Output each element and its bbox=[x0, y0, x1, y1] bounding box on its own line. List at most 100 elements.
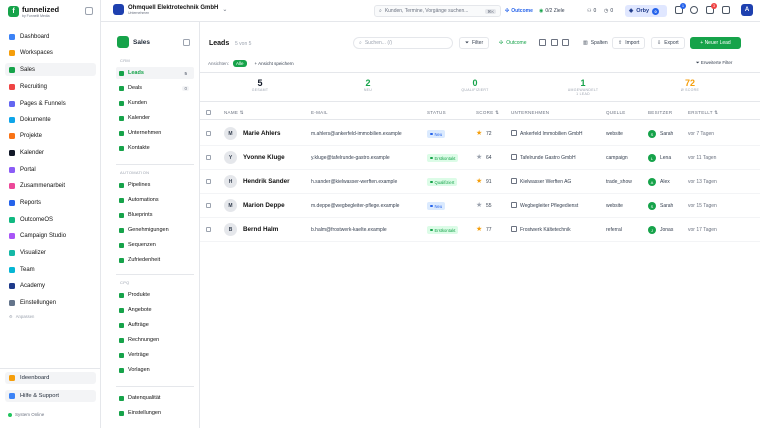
help-support-button[interactable]: Hilfe & Support bbox=[5, 390, 96, 402]
table-row[interactable]: M Marion Deppe m.deppe@wegbegleiter-pflege… bbox=[200, 194, 760, 218]
lead-name[interactable]: Marie Ahlers bbox=[243, 130, 281, 137]
column-header-e-mail[interactable]: E-MAIL bbox=[311, 110, 328, 115]
grid-view-icon[interactable] bbox=[562, 39, 569, 46]
counter-2[interactable]: ◷ 0 bbox=[604, 5, 613, 17]
column-header-status[interactable]: STATUS bbox=[427, 110, 446, 115]
sidebar-item-einstellungen[interactable]: Einstellungen bbox=[5, 296, 96, 309]
sales-nav-zufriedenheit[interactable]: Zufriedenheit bbox=[116, 254, 194, 266]
table-view-icon[interactable] bbox=[539, 39, 546, 46]
sales-nav-kunden[interactable]: Kunden bbox=[116, 97, 194, 109]
sales-nav-pipelines[interactable]: Pipelines bbox=[116, 179, 194, 191]
sales-nav-sequenzen[interactable]: Sequenzen bbox=[116, 239, 194, 251]
sidebar-item-dashboard[interactable]: Dashboard bbox=[5, 30, 96, 43]
sales-nav-vorlagen[interactable]: Vorlagen bbox=[116, 364, 194, 376]
lead-email[interactable]: m.deppe@wegbegleiter-pflege.example bbox=[311, 203, 399, 209]
column-header-unternehmen[interactable]: UNTERNEHMEN bbox=[511, 110, 549, 115]
sales-nav-leads[interactable]: Leads 5 bbox=[116, 67, 194, 79]
status-badge[interactable]: Neu bbox=[427, 130, 446, 138]
table-row[interactable]: Y Yvonne Kluge y.kluge@tafelrunde-gastro.e… bbox=[200, 146, 760, 170]
sidebar-item-recruiting[interactable]: Recruiting bbox=[5, 80, 96, 93]
goals-indicator[interactable]: ◉ 0/2 Ziele bbox=[539, 5, 565, 17]
status-badge[interactable]: Qualifiziert bbox=[427, 178, 458, 186]
sidebar-item-workspaces[interactable]: Workspaces bbox=[5, 46, 96, 59]
filter-button[interactable]: ⏷ Filter bbox=[459, 37, 490, 49]
sidebar-item-pages-funnels[interactable]: Pages & Funnels bbox=[5, 97, 96, 110]
lead-email[interactable]: m.ahlers@ankerfeld-immobilien.example bbox=[311, 131, 402, 137]
sidebar-item-academy[interactable]: Academy bbox=[5, 279, 96, 292]
lead-company[interactable]: Frostwerk Kältetechnik bbox=[520, 227, 571, 233]
export-button[interactable]: ⇩ Export bbox=[651, 37, 685, 49]
owner-name[interactable]: Lena bbox=[660, 155, 671, 161]
panel-collapse-icon[interactable] bbox=[183, 39, 190, 46]
lead-name[interactable]: Bernd Halm bbox=[243, 226, 278, 233]
new-lead-button[interactable]: + Neuer Lead bbox=[690, 37, 741, 49]
sidebar-customize-link[interactable]: ⚙ Anpassen bbox=[9, 314, 34, 319]
sales-nav-kalender[interactable]: Kalender bbox=[116, 112, 194, 124]
lead-name[interactable]: Hendrik Sander bbox=[243, 178, 290, 185]
sales-nav-produkte[interactable]: Produkte bbox=[116, 289, 194, 301]
global-search-input[interactable]: ⌕ Kunden, Termine, Vorgänge suchen... ⌘K bbox=[374, 5, 501, 17]
sidebar-item-zusammenarbeit[interactable]: Zusammenarbeit bbox=[5, 179, 96, 192]
lead-email[interactable]: h.sander@kielwasser-werften.example bbox=[311, 179, 397, 185]
owner-name[interactable]: Jonas bbox=[660, 227, 673, 233]
row-checkbox[interactable] bbox=[206, 203, 211, 208]
ideenboard-button[interactable]: Ideenboard bbox=[5, 372, 96, 384]
row-checkbox[interactable] bbox=[206, 179, 211, 184]
sidebar-item-visualizer[interactable]: Visualizer bbox=[5, 246, 96, 259]
owner-name[interactable]: Sarah bbox=[660, 131, 673, 137]
sales-nav-automations[interactable]: Automations bbox=[116, 194, 194, 206]
counter-1[interactable]: ⚇ 0 bbox=[587, 5, 596, 17]
grid-icon[interactable] bbox=[722, 6, 730, 14]
sales-nav-deals[interactable]: Deals 0 bbox=[116, 82, 194, 94]
leads-search-input[interactable]: ⌕ Suchen... (/) bbox=[353, 37, 453, 49]
list-view-icon[interactable] bbox=[551, 39, 558, 46]
sales-nav-aufträge[interactable]: Aufträge bbox=[116, 319, 194, 331]
sidebar-item-portal[interactable]: Portal bbox=[5, 163, 96, 176]
column-header-quelle[interactable]: QUELLE bbox=[606, 110, 626, 115]
sales-nav-unternehmen[interactable]: Unternehmen bbox=[116, 127, 194, 139]
lead-company[interactable]: Wegbegleiter Pflegedienst bbox=[520, 203, 578, 209]
sales-nav-genehmigungen[interactable]: Genehmigungen bbox=[116, 224, 194, 236]
sidebar-item-reports[interactable]: Reports bbox=[5, 196, 96, 209]
lead-email[interactable]: y.kluge@tafelrunde-gastro.example bbox=[311, 155, 390, 161]
table-row[interactable]: B Bernd Halm b.halm@frostwerk-kaelte.examp… bbox=[200, 218, 760, 242]
status-badge[interactable]: Erstkontakt bbox=[427, 226, 459, 234]
column-header-besitzer[interactable]: BESITZER bbox=[648, 110, 672, 115]
table-row[interactable]: M Marie Ahlers m.ahlers@ankerfeld-immobili… bbox=[200, 122, 760, 146]
owner-name[interactable]: Sarah bbox=[660, 203, 673, 209]
lead-company[interactable]: Tafelrunde Gastro GmbH bbox=[520, 155, 576, 161]
user-avatar[interactable]: A bbox=[741, 4, 753, 16]
lead-name[interactable]: Yvonne Kluge bbox=[243, 154, 285, 161]
lead-company[interactable]: Ankerfeld Immobilien GmbH bbox=[520, 131, 583, 137]
owner-name[interactable]: Alex bbox=[660, 179, 670, 185]
lead-name[interactable]: Marion Deppe bbox=[243, 202, 285, 209]
sidebar-item-campaign-studio[interactable]: Campaign Studio bbox=[5, 229, 96, 242]
theme-toggle-icon[interactable] bbox=[690, 6, 698, 14]
sidebar-item-sales[interactable]: Sales bbox=[5, 63, 96, 76]
brand-logo[interactable]: f funnelized by Funnelit Media bbox=[8, 5, 59, 18]
sales-nav-einstellungen[interactable]: Einstellungen bbox=[116, 407, 194, 419]
sidebar-collapse-icon[interactable] bbox=[85, 7, 93, 15]
advanced-filter-button[interactable]: ⏷ Erweiterte Filter bbox=[696, 60, 732, 65]
sales-nav-angebote[interactable]: Angebote bbox=[116, 304, 194, 316]
status-badge[interactable]: Erstkontakt bbox=[427, 154, 459, 162]
row-checkbox[interactable] bbox=[206, 155, 211, 160]
view-chip-all[interactable]: Alle bbox=[233, 60, 247, 67]
columns-button[interactable]: ▥ Spalten bbox=[577, 37, 614, 49]
company-switcher[interactable]: Ohmquell Elektrotechnik GmbH Unternehmen… bbox=[113, 4, 227, 15]
row-checkbox[interactable] bbox=[206, 227, 211, 232]
column-header-score[interactable]: SCORE ⇅ bbox=[476, 110, 499, 116]
save-view-button[interactable]: + Ansicht speichern bbox=[255, 61, 294, 66]
outcome-button[interactable]: ✣ Outcome bbox=[505, 5, 533, 17]
sidebar-item-projekte[interactable]: Projekte bbox=[5, 129, 96, 142]
orby-button[interactable]: ◈ Orby 0 bbox=[625, 5, 667, 17]
lead-email[interactable]: b.halm@frostwerk-kaelte.example bbox=[311, 227, 387, 233]
status-badge[interactable]: Neu bbox=[427, 202, 446, 210]
sales-nav-verträge[interactable]: Verträge bbox=[116, 349, 194, 361]
sales-nav-kontakte[interactable]: Kontakte bbox=[116, 142, 194, 154]
lead-company[interactable]: Kielwasser Werften AG bbox=[520, 179, 571, 185]
sales-nav-datenqualität[interactable]: Datenqualität bbox=[116, 392, 194, 404]
sidebar-item-team[interactable]: Team bbox=[5, 263, 96, 276]
row-checkbox[interactable] bbox=[206, 131, 211, 136]
sidebar-item-outcomeos[interactable]: OutcomeOS bbox=[5, 213, 96, 226]
